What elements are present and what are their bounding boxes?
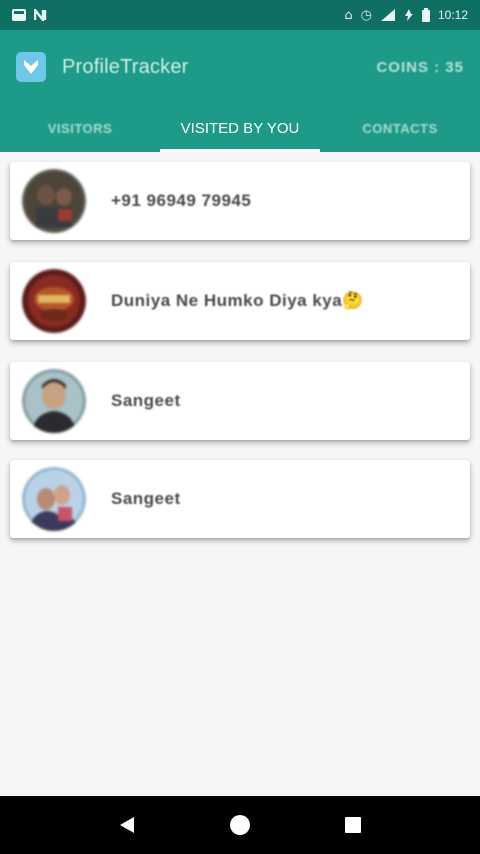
home-icon (229, 815, 250, 835)
app-logo-icon (16, 52, 46, 82)
list-item[interactable]: Duniya Ne Humko Diya kya🤔 (10, 262, 470, 340)
recents-icon (345, 817, 362, 833)
alarm-icon: ◷ (360, 7, 372, 23)
battery-icon (421, 8, 430, 22)
status-bar: ⌂ ◷ 10:12 (0, 0, 480, 30)
toolbar: ProfileTracker COINS : 35 (0, 30, 480, 104)
cast-icon: ⌂ (344, 7, 353, 23)
back-icon (119, 817, 134, 833)
list-item[interactable]: Sangeet (10, 362, 470, 440)
recents-button[interactable] (333, 805, 373, 845)
list-item[interactable]: Sangeet (10, 460, 470, 538)
gallery-icon (12, 9, 26, 21)
tab-visited-by-you[interactable]: VISITED BY YOU (160, 104, 320, 152)
home-button[interactable] (220, 805, 260, 845)
contact-name: Sangeet (111, 489, 181, 508)
visited-list: +91 96949 79945 Duniya Ne Humko Diya kya… (0, 152, 480, 796)
app-title: ProfileTracker (62, 55, 189, 78)
status-bar-right: ⌂ ◷ 10:12 (344, 8, 468, 22)
status-time: 10:12 (437, 8, 468, 22)
avatar (22, 169, 86, 233)
status-bar-left (12, 9, 48, 21)
wifi-icon (404, 9, 413, 21)
tab-contacts[interactable]: CONTACTS (320, 104, 480, 152)
notification-n-icon (34, 9, 47, 21)
list-item[interactable]: +91 96949 79945 (10, 162, 470, 240)
coins-counter[interactable]: COINS : 35 (376, 59, 464, 76)
contact-name: Sangeet (111, 391, 181, 410)
tab-visitors[interactable]: VISITORS (0, 104, 160, 152)
tab-bar: VISITORS VISITED BY YOU CONTACTS (0, 104, 480, 152)
avatar (22, 269, 86, 333)
back-button[interactable] (107, 805, 147, 845)
contact-name: +91 96949 79945 (111, 191, 252, 210)
app-bar: ProfileTracker COINS : 35 VISITORS VISIT… (0, 30, 480, 152)
avatar (22, 369, 86, 433)
navigation-bar (0, 796, 480, 854)
avatar (22, 467, 86, 531)
signal-icon (380, 9, 395, 21)
contact-name: Duniya Ne Humko Diya kya🤔 (111, 291, 364, 310)
